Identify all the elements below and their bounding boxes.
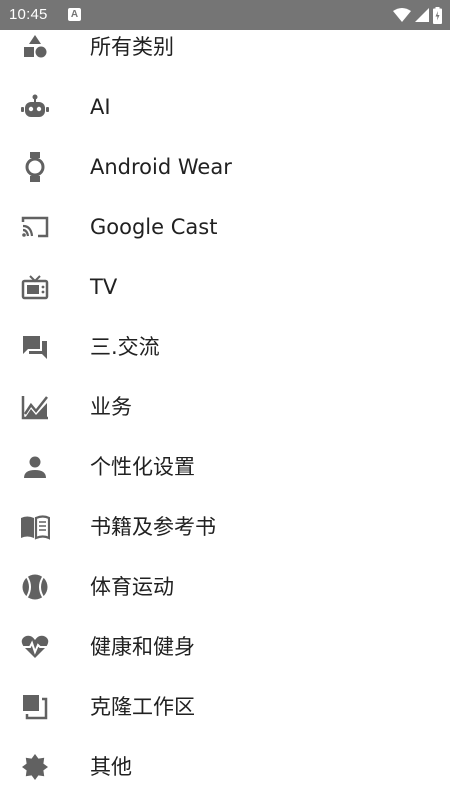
chat-icon [19, 334, 51, 360]
status-icons [393, 6, 442, 24]
category-label: Google Cast [90, 215, 218, 239]
category-label: 个性化设置 [90, 455, 195, 479]
status-bar: 10:45 A [0, 0, 450, 30]
tv-icon [19, 274, 51, 300]
category-row-other[interactable]: 其他 [0, 737, 450, 797]
category-label: AI [90, 95, 111, 119]
category-row-sports[interactable]: 体育运动 [0, 557, 450, 617]
category-label: 体育运动 [90, 575, 174, 599]
category-row-personalization[interactable]: 个性化设置 [0, 437, 450, 497]
heart-pulse-icon [19, 634, 51, 660]
category-row-google-cast[interactable]: Google Cast [0, 197, 450, 257]
robot-icon [19, 94, 51, 120]
category-row-ai[interactable]: AI [0, 77, 450, 137]
clone-icon [19, 694, 51, 720]
category-label: 其他 [90, 755, 132, 779]
category-label: Android Wear [90, 155, 232, 179]
category-label: 书籍及参考书 [90, 515, 216, 539]
category-row-clone-workspace[interactable]: 克隆工作区 [0, 677, 450, 737]
category-row-books[interactable]: 书籍及参考书 [0, 497, 450, 557]
category-row-business[interactable]: 业务 [0, 377, 450, 437]
category-label: 健康和健身 [90, 635, 195, 659]
category-label: 三.交流 [90, 335, 160, 359]
watch-icon [19, 152, 51, 182]
notification-icon: A [68, 8, 81, 21]
category-label: 所有类别 [90, 35, 174, 59]
shapes-icon [19, 34, 51, 60]
category-label: TV [90, 275, 118, 299]
status-time: 10:45 [9, 6, 48, 23]
category-label: 克隆工作区 [90, 695, 195, 719]
cell-signal-icon [415, 8, 429, 22]
category-row-android-wear[interactable]: Android Wear [0, 137, 450, 197]
category-row-health[interactable]: 健康和健身 [0, 617, 450, 677]
category-label: 业务 [90, 395, 132, 419]
cast-icon [19, 214, 51, 240]
category-row-all[interactable]: 所有类别 [0, 30, 450, 77]
sports-ball-icon [19, 574, 51, 600]
badge-icon [19, 754, 51, 780]
book-icon [19, 514, 51, 540]
person-icon [19, 454, 51, 480]
category-row-tv[interactable]: TV [0, 257, 450, 317]
category-list: 所有类别 AI Android Wear Google Cast TV 三.交流… [0, 30, 450, 800]
battery-charging-icon [433, 6, 442, 24]
wifi-icon [393, 8, 411, 22]
chart-icon [19, 394, 51, 420]
category-row-communication[interactable]: 三.交流 [0, 317, 450, 377]
